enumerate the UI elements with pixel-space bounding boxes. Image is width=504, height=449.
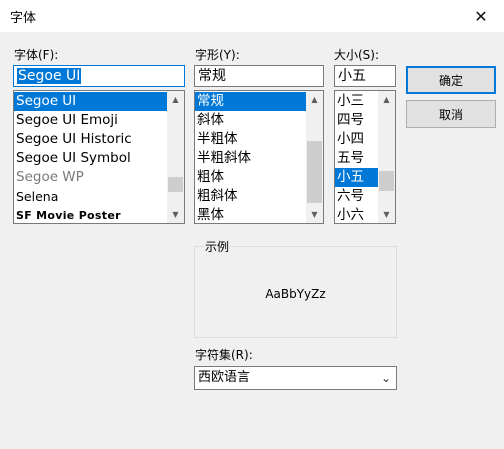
style-label: 字形(Y):	[195, 48, 240, 62]
size-list-item[interactable]: 小三	[335, 92, 378, 111]
font-name-input-text: Segoe UI	[17, 68, 82, 84]
font-list-item[interactable]: Segoe UI	[14, 92, 167, 111]
title-bar: 字体 ✕	[0, 0, 504, 32]
style-list-scrollbar[interactable]: ▲ ▼	[306, 91, 323, 223]
font-style-input[interactable]: 常规	[194, 65, 324, 87]
size-list[interactable]: 小三 四号 小四 五号 小五 六号 小六 ▲ ▼	[334, 90, 396, 224]
font-label: 字体(F):	[14, 48, 59, 62]
font-size-input[interactable]: 小五	[334, 65, 396, 87]
scrollbar-thumb[interactable]	[307, 141, 322, 203]
size-list-item[interactable]: 小六	[335, 206, 378, 223]
style-list-item[interactable]: 粗斜体	[195, 187, 306, 206]
style-list-item[interactable]: 半粗体	[195, 130, 306, 149]
size-list-item[interactable]: 小五	[335, 168, 378, 187]
close-button[interactable]: ✕	[458, 0, 504, 32]
size-list-item[interactable]: 四号	[335, 111, 378, 130]
chevron-down-icon: ⌄	[380, 371, 391, 385]
size-list-item[interactable]: 六号	[335, 187, 378, 206]
scrollbar-thumb[interactable]	[379, 171, 394, 191]
font-list[interactable]: Segoe UI Segoe UI Emoji Segoe UI Histori…	[13, 90, 185, 224]
size-label: 大小(S):	[334, 48, 380, 62]
scroll-down-icon[interactable]: ▼	[167, 206, 184, 223]
font-name-input[interactable]: Segoe UI	[13, 65, 185, 87]
scrollbar-thumb[interactable]	[168, 177, 183, 192]
style-list-item[interactable]: 斜体	[195, 111, 306, 130]
font-list-item[interactable]: Segoe WP	[14, 168, 167, 187]
charset-value: 西欧语言	[198, 370, 251, 385]
style-list[interactable]: 常规 斜体 半粗体 半粗斜体 粗体 粗斜体 黑体 ▲ ▼	[194, 90, 324, 224]
cancel-button[interactable]: 取消	[406, 100, 496, 128]
ok-button[interactable]: 确定	[406, 66, 496, 94]
sample-group-title: 示例	[203, 238, 232, 255]
size-list-scrollbar[interactable]: ▲ ▼	[378, 91, 395, 223]
sample-group: 示例 AaBbYyZz	[194, 238, 397, 338]
scroll-down-icon[interactable]: ▼	[306, 206, 323, 223]
scroll-up-icon[interactable]: ▲	[378, 91, 395, 108]
scroll-up-icon[interactable]: ▲	[306, 91, 323, 108]
window-title: 字体	[10, 11, 37, 26]
font-list-scrollbar[interactable]: ▲ ▼	[167, 91, 184, 223]
scroll-down-icon[interactable]: ▼	[378, 206, 395, 223]
charset-dropdown[interactable]: 西欧语言 ⌄	[194, 366, 397, 390]
dialog-body: 字体(F): Segoe UI Segoe UI Segoe UI Emoji …	[0, 32, 504, 449]
font-list-item[interactable]: Segoe UI Historic	[14, 130, 167, 149]
charset-label: 字符集(R):	[195, 348, 253, 362]
style-list-item[interactable]: 半粗斜体	[195, 149, 306, 168]
font-list-item[interactable]: SF Movie Poster	[14, 206, 167, 223]
style-list-item[interactable]: 常规	[195, 92, 306, 111]
font-list-item[interactable]: Segoe UI Symbol	[14, 149, 167, 168]
size-list-item[interactable]: 小四	[335, 130, 378, 149]
size-list-item[interactable]: 五号	[335, 149, 378, 168]
font-list-item[interactable]: Selena	[14, 187, 167, 206]
scroll-up-icon[interactable]: ▲	[167, 91, 184, 108]
style-list-item[interactable]: 粗体	[195, 168, 306, 187]
style-list-item[interactable]: 黑体	[195, 206, 306, 223]
font-list-item[interactable]: Segoe UI Emoji	[14, 111, 167, 130]
sample-text: AaBbYyZz	[265, 287, 326, 301]
